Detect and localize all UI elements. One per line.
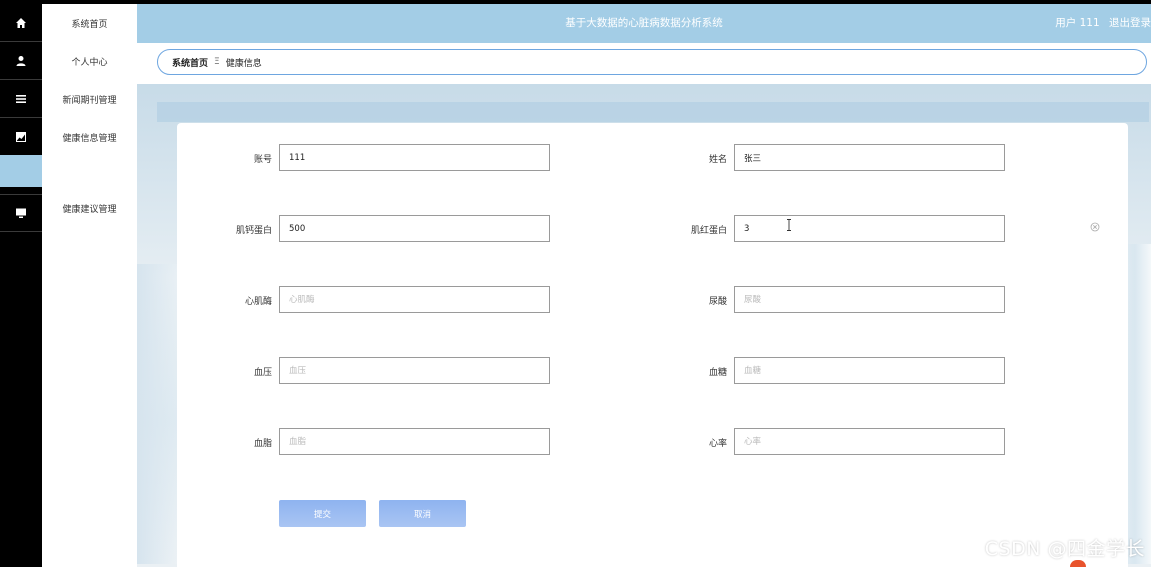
rail-health[interactable] (0, 118, 42, 156)
breadcrumb-current: 健康信息 (225, 58, 262, 69)
cardiac-enzyme-label: 心肌酶 (244, 297, 272, 307)
sidebar-item-profile[interactable]: 个人中心 (42, 42, 137, 80)
sidebar-item-news[interactable]: 新闻期刊管理 (42, 80, 137, 118)
breadcrumb-separator: Ξ (214, 57, 220, 67)
account-input[interactable] (279, 144, 550, 171)
text-cursor-icon (787, 219, 791, 231)
list-icon (16, 94, 26, 103)
app-title: 基于大数据的心脏病数据分析系统 (565, 17, 723, 29)
sidebar-item-home[interactable]: 系统首页 (42, 4, 137, 42)
troponin-input[interactable] (279, 215, 550, 242)
blood-lipid-input[interactable] (279, 428, 550, 455)
rail-news[interactable] (0, 80, 42, 118)
blood-sugar-input[interactable] (734, 357, 1005, 384)
sidebar-item-health-info[interactable]: 健康信息 (42, 155, 137, 187)
chart-icon (16, 131, 26, 142)
clear-icon[interactable] (1090, 222, 1100, 232)
monitor-icon (16, 208, 26, 218)
rail-advice[interactable] (0, 194, 42, 232)
account-label: 账号 (253, 155, 272, 165)
watermark: CSDN @四金学长 (984, 538, 1145, 560)
blood-pressure-input[interactable] (279, 357, 550, 384)
myoglobin-input[interactable] (734, 215, 1005, 242)
header: 基于大数据的心脏病数据分析系统 用户 111 退出登录 (137, 4, 1151, 43)
user-icon (16, 55, 26, 66)
sidebar-item-label: 新闻期刊管理 (62, 95, 117, 106)
sidebar-item-label: 健康信息管理 (62, 133, 117, 144)
sidebar: 系统首页 个人中心 新闻期刊管理 健康信息管理 健康信息 健康建议管理 (42, 4, 137, 567)
breadcrumb: 系统首页 Ξ 健康信息 (157, 49, 1147, 75)
sidebar-item-advice[interactable]: 健康建议管理 (42, 189, 137, 227)
name-label: 姓名 (708, 155, 727, 165)
watermark-logo (1070, 560, 1086, 567)
sidebar-item-health-management[interactable]: 健康信息管理 (42, 118, 137, 156)
icon-rail (0, 4, 42, 567)
logout-link[interactable]: 退出登录 (1109, 17, 1151, 29)
sidebar-item-label: 健康建议管理 (62, 204, 117, 215)
background-snow-left (137, 264, 177, 564)
background-band (157, 102, 1149, 122)
troponin-label: 肌钙蛋白 (235, 226, 272, 236)
blood-pressure-label: 血压 (253, 368, 272, 378)
sidebar-item-label: 系统首页 (71, 19, 108, 30)
blood-sugar-label: 血糖 (708, 368, 727, 378)
breadcrumb-home[interactable]: 系统首页 (172, 56, 208, 69)
heart-rate-input[interactable] (734, 428, 1005, 455)
submit-button[interactable]: 提交 (279, 500, 366, 527)
name-input[interactable] (734, 144, 1005, 171)
home-icon (16, 17, 26, 28)
cancel-button[interactable]: 取消 (379, 500, 466, 527)
myoglobin-label: 肌红蛋白 (690, 226, 727, 236)
uric-acid-input[interactable] (734, 286, 1005, 313)
heart-rate-label: 心率 (708, 439, 727, 449)
rail-user[interactable] (0, 42, 42, 80)
user-label: 用户 111 (1055, 17, 1100, 29)
blood-lipid-label: 血脂 (253, 439, 272, 449)
cardiac-enzyme-input[interactable] (279, 286, 550, 313)
sidebar-item-label: 个人中心 (71, 57, 108, 68)
sidebar-item-label: 健康信息 (46, 167, 83, 178)
uric-acid-label: 尿酸 (708, 297, 727, 307)
rail-home[interactable] (0, 4, 42, 42)
user-area: 用户 111 退出登录 (1049, 15, 1151, 30)
